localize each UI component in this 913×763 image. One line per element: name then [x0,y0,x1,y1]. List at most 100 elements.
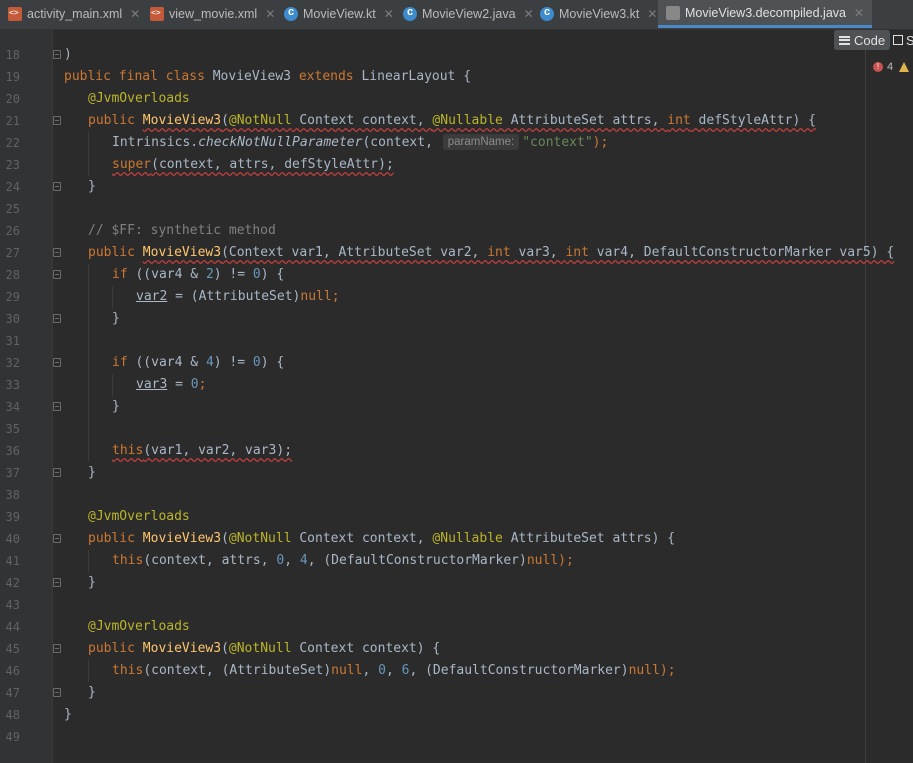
code-line-41: 41 this(context, attrs, 0, 4, (DefaultCo… [0,550,913,572]
code-line-22: 22 Intrinsics.checkNotNullParameter(cont… [0,132,913,154]
code-view-button[interactable]: Code [834,30,890,50]
tab-label: MovieView3.decompiled.java [685,5,846,20]
line-number: 44 [5,620,20,634]
line-number: 18 [5,48,20,62]
code-line-18: 18 ) [0,44,913,66]
line-number: 36 [5,444,20,458]
code-text: } [88,179,96,194]
line-number: 39 [5,510,20,524]
code-text: if ((var4 & 4) != 0) { [64,352,284,374]
code-editor[interactable]: 18 ) 19 public final class MovieView3 ex… [0,30,913,763]
code-line-21: 21 public MovieView3(@NotNull Context co… [0,110,913,132]
code-line-27: 27 public MovieView3(Context var1, Attri… [0,242,913,264]
code-text: public MovieView3(@NotNull Context conte… [88,113,816,128]
code-text: // $FF: synthetic method [88,223,276,238]
fold-marker-icon[interactable] [53,248,61,257]
fold-marker-icon[interactable] [53,358,61,367]
code-text [64,330,112,352]
kotlin-class-icon [540,6,554,21]
code-line-34: 34 } [0,396,913,418]
code-line-46: 46 this(context, (AttributeSet)null, 0, … [0,660,913,682]
code-line-31: 31 [0,330,913,352]
code-text: this(context, (AttributeSet)null, 0, 6, … [64,660,676,682]
code-text [64,418,112,440]
line-number: 49 [5,730,20,744]
xml-file-icon [8,7,22,21]
line-number: 33 [5,378,20,392]
line-number: 47 [5,686,20,700]
code-text: @JvmOverloads [88,91,190,106]
tab-label: view_movie.xml [169,7,258,21]
close-icon[interactable]: ✕ [265,7,275,21]
code-line-25: 25 [0,198,913,220]
code-text: } [64,396,120,418]
code-text: if ((var4 & 2) != 0) { [64,264,284,286]
code-line-45: 45 public MovieView3(@NotNull Context co… [0,638,913,660]
close-icon[interactable]: ✕ [854,6,864,20]
line-number: 41 [5,554,20,568]
line-number: 27 [5,246,20,260]
fold-marker-icon[interactable] [53,402,61,411]
code-line-49: 49 [0,726,913,748]
split-view-button[interactable]: S [893,30,913,50]
code-line-38: 38 [0,484,913,506]
line-number: 37 [5,466,20,480]
close-icon[interactable]: ✕ [130,7,140,21]
code-line-47: 47 } [0,682,913,704]
fold-marker-icon[interactable] [53,644,61,653]
fold-marker-icon[interactable] [53,116,61,125]
close-icon[interactable]: ✕ [524,7,534,21]
code-line-42: 42 } [0,572,913,594]
code-text: super(context, attrs, defStyleAttr); [64,154,394,176]
line-number: 29 [5,290,20,304]
code-line-37: 37 } [0,462,913,484]
kotlin-class-icon [284,6,298,21]
line-number: 23 [5,158,20,172]
line-number: 48 [5,708,20,722]
code-line-29: 29 var2 = (AttributeSet)null; [0,286,913,308]
code-text: var2 = (AttributeSet)null; [64,286,340,308]
line-number: 38 [5,488,20,502]
code-line-32: 32 if ((var4 & 4) != 0) { [0,352,913,374]
code-text: @JvmOverloads [88,619,190,634]
close-icon[interactable]: ✕ [647,7,657,21]
code-text: } [64,707,72,722]
line-number: 46 [5,664,20,678]
code-view-label: Code [854,32,886,48]
code-text: Intrinsics.checkNotNullParameter(context… [64,132,608,154]
code-line-26: 26 // $FF: synthetic method [0,220,913,242]
line-number: 22 [5,136,20,150]
code-line-20: 20 @JvmOverloads [0,88,913,110]
error-icon: ! [873,62,883,72]
tab-label: MovieView2.java [422,7,516,21]
java-class-icon [403,6,417,21]
fold-marker-icon[interactable] [53,270,61,279]
inspection-widget[interactable]: ! 4 [873,61,910,73]
split-view-icon [893,35,903,45]
fold-marker-icon[interactable] [53,578,61,587]
line-number: 35 [5,422,20,436]
code-line-36: 36 this(var1, var2, var3); [0,440,913,462]
xml-file-icon [150,7,164,21]
code-line-19: 19 public final class MovieView3 extends… [0,66,913,88]
code-text: var3 = 0; [64,374,206,396]
fold-marker-icon[interactable] [53,314,61,323]
line-number: 43 [5,598,20,612]
fold-marker-icon[interactable] [53,534,61,543]
error-count: 4 [887,61,894,73]
code-text: public final class MovieView3 extends Li… [64,69,472,84]
fold-marker-icon[interactable] [53,688,61,697]
line-number: 42 [5,576,20,590]
code-text: public MovieView3(@NotNull Context conte… [88,531,676,546]
fold-marker-icon[interactable] [53,182,61,191]
code-text: this(context, attrs, 0, 4, (DefaultConst… [64,550,574,572]
fold-marker-icon[interactable] [53,468,61,477]
code-text: public MovieView3(Context var1, Attribut… [88,245,895,260]
code-text: public MovieView3(@NotNull Context conte… [88,641,441,656]
code-line-28: 28 if ((var4 & 2) != 0) { [0,264,913,286]
close-icon[interactable]: ✕ [384,7,394,21]
code-line-35: 35 [0,418,913,440]
fold-marker-icon[interactable] [53,50,61,59]
